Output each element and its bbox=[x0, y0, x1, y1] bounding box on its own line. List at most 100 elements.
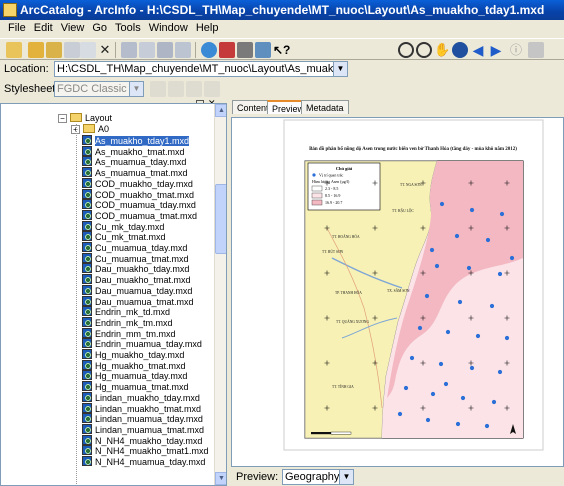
arctoolbox-icon[interactable] bbox=[219, 42, 235, 58]
model-builder-icon[interactable] bbox=[255, 42, 271, 58]
tree-item-map-document[interactable]: Dau_muamua_tday.mxd bbox=[82, 284, 193, 296]
pan-icon[interactable]: ✋ bbox=[434, 42, 450, 58]
search-icon[interactable] bbox=[237, 42, 253, 58]
tree-item-map-document[interactable]: Cu_muamua_tmat.mxd bbox=[82, 252, 189, 264]
scroll-down-icon[interactable]: ▼ bbox=[215, 472, 226, 485]
menu-edit[interactable]: Edit bbox=[30, 20, 57, 38]
tree-item-map-document[interactable]: Lindan_muakho_tday.mxd bbox=[82, 391, 200, 403]
chevron-down-icon[interactable]: ▼ bbox=[339, 470, 353, 484]
tree-item-map-document[interactable]: Lindan_muakho_tmat.mxd bbox=[82, 402, 201, 414]
edit-metadata-icon[interactable] bbox=[150, 81, 166, 97]
tree-item-map-document[interactable]: Lindan_muamua_tday.mxd bbox=[82, 413, 203, 424]
map-document-icon bbox=[82, 402, 92, 413]
tree-item-label: Hg_muakho_tmat.mxd bbox=[95, 360, 186, 371]
scroll-up-icon[interactable]: ▲ bbox=[215, 104, 226, 117]
town-label: TP. THANH HÓA bbox=[335, 290, 362, 295]
location-field[interactable]: H:\CSDL_TH\Map_chuyende\MT_nuoc\Layout\A… bbox=[54, 61, 348, 77]
tree-item-map-document[interactable]: Hg_muamua_tday.mxd bbox=[82, 370, 187, 381]
map-document-icon bbox=[82, 167, 92, 178]
chevron-down-icon[interactable]: ▼ bbox=[129, 82, 143, 96]
map-document-icon bbox=[82, 209, 92, 220]
map-document-icon bbox=[82, 188, 92, 199]
chevron-down-icon[interactable]: ▼ bbox=[333, 62, 347, 76]
tree-item-map-document[interactable]: Hg_muamua_tmat.mxd bbox=[82, 381, 189, 392]
menu-go[interactable]: Go bbox=[88, 20, 111, 38]
town-label: TX. SẦM SƠN bbox=[387, 288, 410, 293]
preview-mode-select[interactable]: Geography ▼ bbox=[282, 469, 354, 485]
tree-item-map-document[interactable]: Endrin_mm_tm.mxd bbox=[82, 327, 176, 339]
tree-item-map-document[interactable]: Hg_muakho_tday.mxd bbox=[82, 349, 184, 360]
tree-item-map-document[interactable]: Dau_muakho_tmat.mxd bbox=[82, 274, 191, 285]
tree-item-map-document[interactable]: Dau_muakho_tday.mxd bbox=[82, 263, 189, 274]
tree-item-map-document[interactable]: Lindan_muamua_tmat.mxd bbox=[82, 423, 204, 435]
up-one-level-icon[interactable] bbox=[6, 42, 22, 58]
sampling-point bbox=[439, 201, 445, 207]
tree-folder-layout[interactable]: − Layout bbox=[58, 113, 112, 124]
menu-window[interactable]: Window bbox=[145, 20, 192, 38]
connect-folder-icon[interactable] bbox=[28, 42, 44, 58]
tree-item-map-document[interactable]: As_muakho_tday1.mxd bbox=[82, 135, 190, 146]
sampling-point bbox=[509, 255, 515, 261]
disconnect-folder-icon[interactable] bbox=[46, 42, 62, 58]
large-icons-icon[interactable] bbox=[121, 42, 137, 58]
tree-item-map-document[interactable]: Endrin_mk_tm.mxd bbox=[82, 316, 173, 328]
list-icon[interactable] bbox=[139, 42, 155, 58]
tree-item-map-document[interactable]: Cu_mk_tmat.mxd bbox=[82, 231, 166, 242]
full-extent-icon[interactable] bbox=[452, 42, 468, 58]
tree-item-map-document[interactable]: As_muakho_tmat.mxd bbox=[82, 145, 185, 157]
tree-item-map-document[interactable]: N_NH4_muakho_tmat1.mxd bbox=[82, 445, 209, 456]
stylesheet-select[interactable]: FGDC Classic ▼ bbox=[54, 81, 144, 97]
tree-item-map-document[interactable]: N_NH4_muamua_tday.mxd bbox=[82, 456, 205, 467]
zoom-in-icon[interactable] bbox=[398, 42, 414, 58]
tree-item-map-document[interactable]: Hg_muakho_tmat.mxd bbox=[82, 359, 186, 371]
map-document-icon bbox=[82, 199, 92, 210]
tree-item-map-document[interactable]: Endrin_mk_td.mxd bbox=[82, 306, 170, 317]
menu-tools[interactable]: Tools bbox=[111, 20, 145, 38]
tree-item-map-document[interactable]: COD_muakho_tmat.mxd bbox=[82, 188, 195, 200]
pane-splitter[interactable] bbox=[227, 98, 230, 486]
map-document-icon bbox=[82, 316, 92, 327]
tree-item-label: COD_muakho_tmat.mxd bbox=[95, 189, 195, 200]
tree-scrollbar[interactable]: ▲ ▼ bbox=[214, 104, 226, 485]
tree-item-map-document[interactable]: Cu_mk_tday.mxd bbox=[82, 220, 164, 232]
tab-metadata[interactable]: Metadata bbox=[301, 100, 349, 114]
sampling-point bbox=[504, 335, 510, 341]
tree-item-label: Dau_muamua_tday.mxd bbox=[95, 285, 193, 296]
whats-this-icon[interactable]: ↖? bbox=[273, 42, 290, 58]
delete-icon[interactable]: ✕ bbox=[97, 42, 113, 58]
properties-icon[interactable] bbox=[168, 81, 184, 97]
menu-bar: File Edit View Go Tools Window Help bbox=[0, 20, 564, 38]
export-metadata-icon[interactable] bbox=[204, 81, 220, 97]
menu-view[interactable]: View bbox=[57, 20, 89, 38]
copy-icon[interactable] bbox=[64, 42, 80, 58]
tree-item-map-document[interactable]: Dau_muamua_tmat.mxd bbox=[82, 295, 194, 307]
identify-icon[interactable]: ⓘ bbox=[508, 42, 524, 58]
map-document-icon bbox=[82, 359, 92, 370]
legend-box: Chú giải Vị trí quan trắc Hàm lượng Asen… bbox=[307, 162, 381, 211]
thumbnails-icon[interactable] bbox=[175, 42, 191, 58]
preview-pane[interactable]: Bản đồ phân bố nồng độ Asen trong nước b… bbox=[231, 117, 564, 467]
tree-item-map-document[interactable]: As_muamua_tmat.mxd bbox=[82, 167, 188, 178]
town-label: TT. TĨNH GIA bbox=[332, 384, 354, 389]
paste-icon[interactable] bbox=[80, 42, 96, 58]
collapse-icon[interactable]: − bbox=[58, 114, 67, 123]
create-thumbnail-icon[interactable] bbox=[528, 42, 544, 58]
forward-icon[interactable]: ▶ bbox=[488, 42, 504, 58]
map-document-icon bbox=[82, 338, 92, 349]
tree-item-map-document[interactable]: Cu_muamua_tday.mxd bbox=[82, 242, 187, 253]
tree-item-map-document[interactable]: COD_muakho_tday.mxd bbox=[82, 177, 193, 189]
import-metadata-icon[interactable] bbox=[186, 81, 202, 97]
launch-arcmap-icon[interactable] bbox=[201, 42, 217, 58]
tree-item-map-document[interactable]: COD_muamua_tmat.mxd bbox=[82, 209, 197, 221]
scroll-thumb[interactable] bbox=[215, 184, 226, 254]
tree-item-map-document[interactable]: N_NH4_muakho_tday.mxd bbox=[82, 434, 202, 446]
menu-help[interactable]: Help bbox=[192, 20, 223, 38]
tree-item-map-document[interactable]: As_muamua_tday.mxd bbox=[82, 156, 186, 167]
tree-item-map-document[interactable]: COD_muamua_tday.mxd bbox=[82, 199, 196, 210]
zoom-out-icon[interactable] bbox=[416, 42, 432, 58]
details-icon[interactable] bbox=[157, 42, 173, 58]
tree-item-label: As_muamua_tday.mxd bbox=[95, 157, 187, 168]
back-icon[interactable]: ◀ bbox=[470, 42, 486, 58]
menu-file[interactable]: File bbox=[4, 20, 30, 38]
tree-item-map-document[interactable]: Endrin_muamua_tday.mxd bbox=[82, 338, 202, 349]
